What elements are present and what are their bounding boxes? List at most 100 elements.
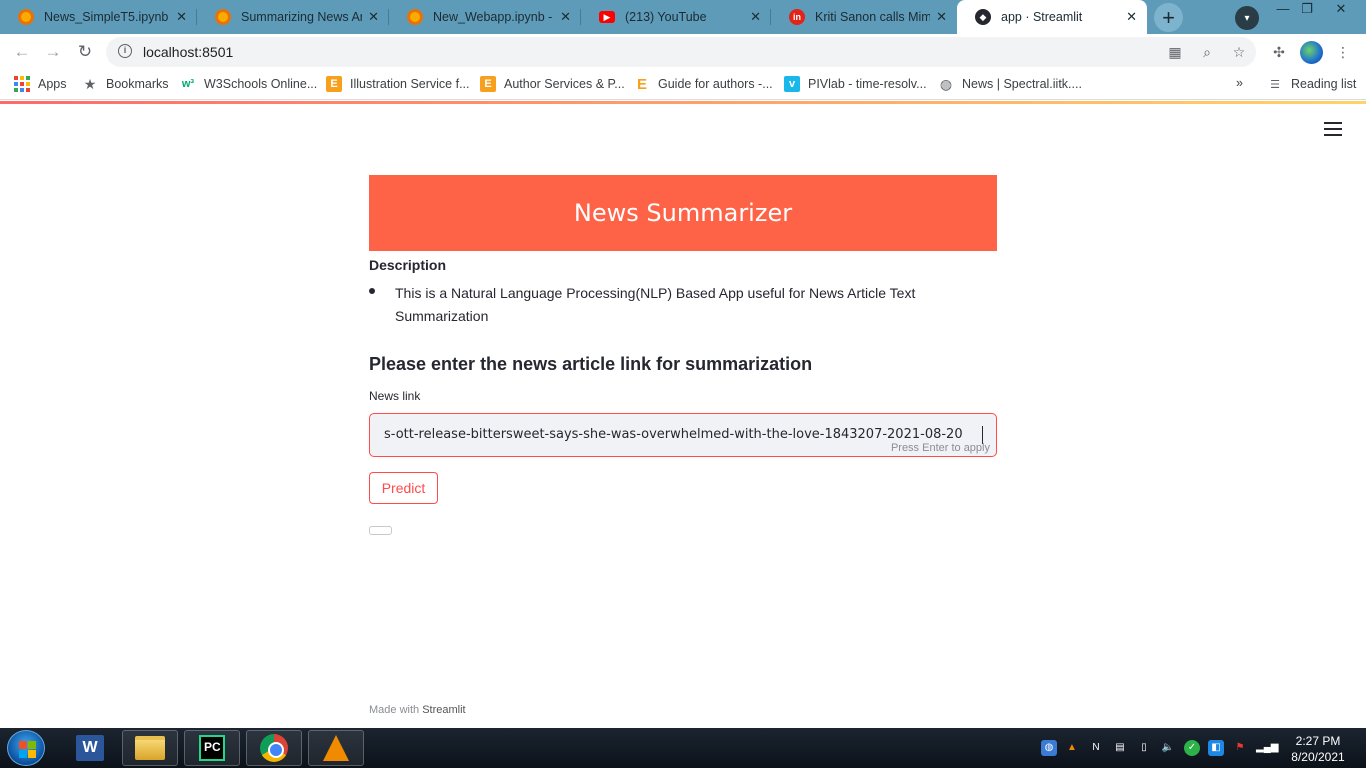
install-app-icon[interactable]: ▦: [1166, 43, 1184, 61]
bookmark-w3schools[interactable]: w³ W3Schools Online...: [180, 76, 317, 92]
star-icon: ★: [83, 75, 97, 92]
streamlit-app: News Summarizer Description This is a Na…: [0, 104, 1366, 728]
menu-kebab-icon[interactable]: ⋮: [1334, 43, 1352, 61]
bookmarks-overflow-button[interactable]: »: [1236, 76, 1243, 90]
back-icon[interactable]: ←: [11, 41, 33, 63]
bookmark-label: PIVlab - time-resolv...: [808, 77, 927, 91]
input-section-heading: Please enter the news article link for s…: [369, 354, 813, 374]
tray-red-icon[interactable]: ⚑: [1232, 740, 1248, 756]
url-text: localhost:8501: [143, 44, 234, 60]
news-link-input[interactable]: s-ott-release-bittersweet-says-she-was-o…: [369, 413, 997, 457]
bookmark-label: Apps: [38, 77, 67, 91]
bookmark-author-services[interactable]: E Author Services & P...: [480, 76, 625, 92]
address-bar[interactable]: i localhost:8501: [106, 37, 1256, 67]
description-heading: Description: [369, 257, 447, 273]
security-check-icon[interactable]: ✓: [1184, 740, 1200, 756]
browser-tab[interactable]: ▶ (213) YouTube ✕: [581, 0, 771, 34]
tray-app-icon[interactable]: ▤: [1112, 740, 1128, 756]
taskbar-chrome[interactable]: [246, 730, 302, 766]
folder-icon: [135, 736, 165, 760]
tab-title: app · Streamlit: [1001, 10, 1083, 24]
site-info-icon[interactable]: i: [118, 44, 132, 58]
browser-tab[interactable]: News_SimpleT5.ipynb - ✕: [0, 0, 197, 34]
close-icon[interactable]: ✕: [176, 9, 187, 25]
word-icon: W: [76, 735, 104, 761]
page-footer: Made with Streamlit: [369, 704, 466, 716]
zoom-icon[interactable]: ⌕: [1198, 43, 1216, 61]
taskbar-explorer[interactable]: [122, 730, 178, 766]
close-icon[interactable]: ✕: [560, 9, 571, 25]
colab-icon: [18, 9, 34, 25]
nvidia-icon[interactable]: N: [1088, 740, 1104, 756]
signal-icon[interactable]: ▂▄▆: [1256, 740, 1278, 756]
tray-device-icon[interactable]: ▯: [1136, 740, 1152, 756]
w3schools-icon: w³: [181, 78, 195, 90]
bookmark-pivlab[interactable]: v PIVlab - time-resolv...: [784, 76, 927, 92]
hamburger-menu-icon[interactable]: [1324, 122, 1342, 140]
tab-title: New_Webapp.ipynb - C: [433, 10, 555, 24]
vlc-icon: [323, 735, 349, 761]
bookmark-illustration[interactable]: E Illustration Service f...: [326, 76, 470, 92]
volume-icon[interactable]: 🔈: [1160, 740, 1176, 756]
bookmark-label: Author Services & P...: [504, 77, 625, 91]
colab-icon: [407, 9, 423, 25]
taskbar-clock[interactable]: 2:27 PM 8/20/2021: [1288, 733, 1348, 765]
close-icon[interactable]: ✕: [750, 9, 761, 25]
news-link-value: s-ott-release-bittersweet-says-she-was-o…: [384, 427, 963, 442]
input-hint: Press Enter to apply: [890, 442, 990, 454]
bullet-icon: [369, 288, 375, 294]
chrome-icon: [260, 734, 288, 762]
tab-title: (213) YouTube: [625, 10, 707, 24]
close-icon[interactable]: ✕: [1126, 9, 1137, 25]
chevron-double-right-icon: »: [1236, 76, 1243, 90]
vlc-tray-icon[interactable]: ▲: [1064, 740, 1080, 756]
empty-button[interactable]: [369, 526, 392, 535]
clock-time: 2:27 PM: [1295, 734, 1341, 748]
extensions-icon[interactable]: ✣: [1270, 43, 1288, 61]
tab-title: Summarizing News Arti: [241, 10, 363, 24]
bookmark-folder[interactable]: ★ Bookmarks: [82, 76, 169, 92]
bookmark-label: W3Schools Online...: [204, 77, 318, 91]
restore-icon[interactable]: ❐: [1292, 0, 1322, 18]
tray-blue-icon[interactable]: ◧: [1208, 740, 1224, 756]
tab-title: Kriti Sanon calls Mimi's: [815, 10, 931, 24]
predict-button[interactable]: Predict: [369, 472, 438, 504]
streamlit-link[interactable]: Streamlit: [422, 704, 465, 716]
browser-tab-active[interactable]: ◆ app · Streamlit ✕: [957, 0, 1147, 34]
browser-tab[interactable]: in Kriti Sanon calls Mimi's ✕: [771, 0, 957, 34]
taskbar-vlc[interactable]: [308, 730, 364, 766]
colab-icon: [215, 9, 231, 25]
taskbar-word[interactable]: W: [62, 730, 118, 766]
elsevier-icon: E: [480, 76, 496, 92]
window-close-icon[interactable]: ✕: [1326, 0, 1356, 18]
tab-search-icon[interactable]: ▾: [1235, 6, 1259, 30]
pycharm-icon: PC: [199, 735, 225, 761]
taskbar-pycharm[interactable]: PC: [184, 730, 240, 766]
forward-icon[interactable]: →: [42, 41, 64, 63]
browser-tab[interactable]: New_Webapp.ipynb - C ✕: [389, 0, 581, 34]
close-icon[interactable]: ✕: [368, 9, 379, 25]
start-button[interactable]: [7, 730, 45, 766]
news-link-label: News link: [369, 389, 421, 403]
tab-title: News_SimpleT5.ipynb -: [44, 10, 171, 24]
bookmark-guide[interactable]: E Guide for authors -...: [634, 76, 773, 93]
profile-avatar[interactable]: [1300, 41, 1323, 64]
browser-toolbar: ← → ↻ i localhost:8501 ▦ ⌕ ☆ ✣ ⋮: [0, 34, 1366, 70]
apps-grid-icon: [14, 76, 30, 92]
news-icon: in: [789, 9, 805, 25]
network-globe-icon[interactable]: ◍: [1041, 740, 1057, 756]
bookmark-apps[interactable]: Apps: [14, 76, 67, 92]
bookmark-label: Bookmarks: [106, 77, 169, 91]
new-tab-button[interactable]: +: [1154, 3, 1183, 32]
windows-taskbar: W PC ◍ ▲ N ▤ ▯ 🔈 ✓ ◧ ⚑ ▂▄▆ 2:27 PM 8/20/…: [0, 728, 1366, 768]
reading-list-button[interactable]: ☰ Reading list: [1267, 76, 1356, 92]
vimeo-icon: v: [784, 76, 800, 92]
clock-date: 8/20/2021: [1291, 750, 1345, 764]
globe-icon: ◍: [939, 75, 953, 92]
footer-prefix: Made with: [369, 704, 420, 716]
bookmark-star-icon[interactable]: ☆: [1230, 43, 1248, 61]
browser-tab[interactable]: Summarizing News Arti ✕: [197, 0, 389, 34]
bookmark-news-spectral[interactable]: ◍ News | Spectral.iitk....: [938, 76, 1082, 92]
close-icon[interactable]: ✕: [936, 9, 947, 25]
reload-icon[interactable]: ↻: [74, 41, 96, 63]
